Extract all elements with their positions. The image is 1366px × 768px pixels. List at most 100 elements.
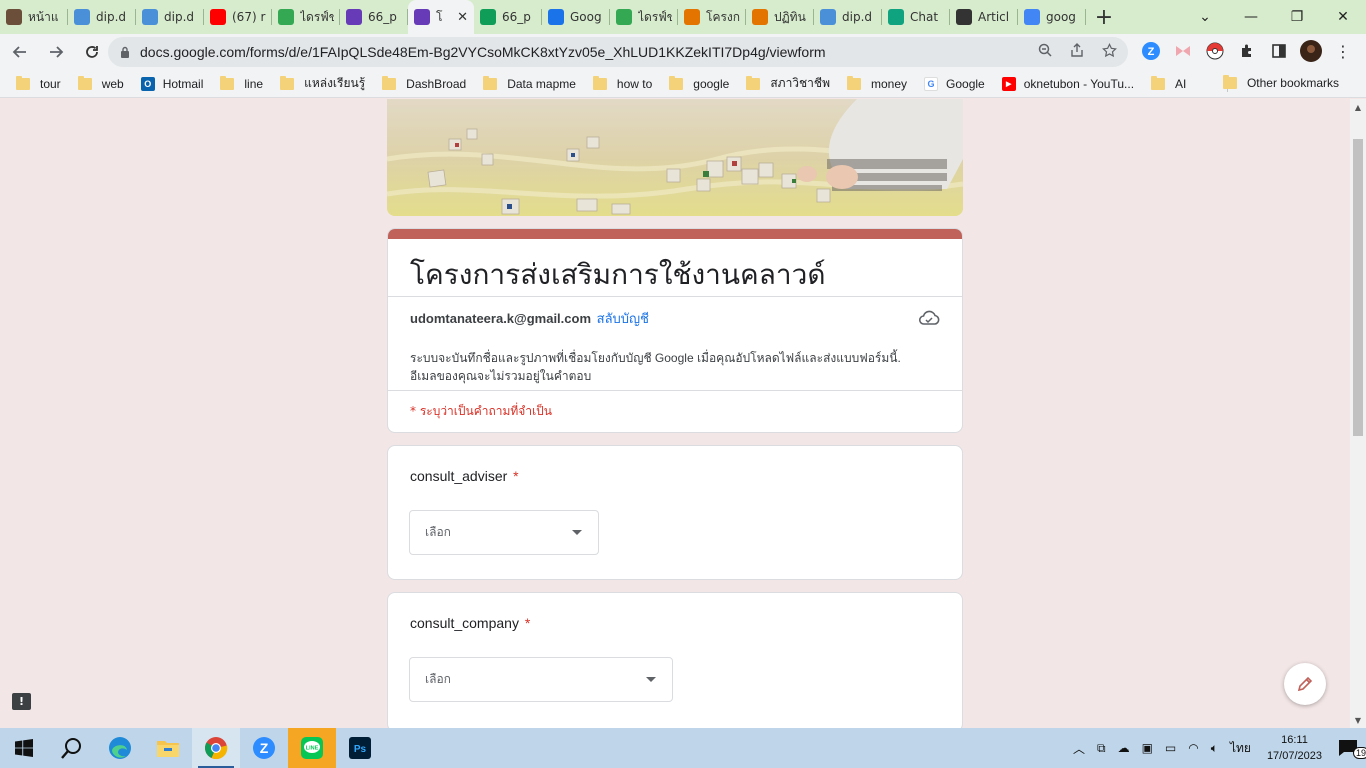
bookmark-label: แหล่งเรียนรู้ bbox=[304, 76, 366, 90]
folder-icon bbox=[220, 75, 235, 90]
browser-tab[interactable]: dip.d bbox=[136, 0, 204, 34]
browser-tab[interactable]: dip.d bbox=[68, 0, 136, 34]
browser-tab[interactable]: โครงก bbox=[678, 0, 746, 34]
file-explorer-icon[interactable] bbox=[144, 728, 192, 768]
bookmark-item[interactable]: how to bbox=[592, 75, 652, 91]
report-abuse-icon[interactable]: ! bbox=[12, 693, 31, 710]
svg-text:LINE: LINE bbox=[306, 746, 319, 752]
bookmark-item[interactable]: Data mapme bbox=[483, 75, 576, 91]
page-scrollbar[interactable]: ▲ ▼ bbox=[1350, 99, 1366, 728]
browser-tab[interactable]: โ ✕ bbox=[408, 0, 474, 34]
restore-icon[interactable]: ❐ bbox=[1274, 0, 1320, 34]
zoom-extension-icon[interactable]: Z bbox=[1140, 40, 1162, 62]
line-icon[interactable]: LINE bbox=[288, 728, 336, 768]
battery-icon[interactable]: ▭ bbox=[1165, 741, 1176, 755]
tab-title: หน้าแ bbox=[28, 9, 59, 24]
zoom-icon[interactable]: Z bbox=[240, 728, 288, 768]
url-text[interactable]: docs.google.com/forms/d/e/1FAIpQLSde48Em… bbox=[140, 44, 1034, 60]
joomla-icon bbox=[956, 9, 972, 25]
browser-tab[interactable]: ไดรฟ์ข bbox=[272, 0, 340, 34]
bookmark-item[interactable]: tour bbox=[16, 75, 61, 91]
tab-title: โครงก bbox=[706, 9, 740, 24]
scrollbar-thumb[interactable] bbox=[1353, 139, 1363, 436]
browser-tab[interactable]: (67) r bbox=[204, 0, 272, 34]
volume-icon[interactable]: 🔈︎ bbox=[1211, 741, 1218, 756]
pokeball-extension-icon[interactable] bbox=[1204, 40, 1226, 62]
pencil-icon bbox=[1297, 676, 1313, 692]
browser-tab[interactable]: 66_p bbox=[340, 0, 408, 34]
search-icon[interactable] bbox=[48, 728, 96, 768]
reload-icon[interactable] bbox=[76, 36, 108, 68]
bookmark-item[interactable]: DashBroad bbox=[382, 75, 466, 91]
browser-tab[interactable]: Chat bbox=[882, 0, 950, 34]
menu-kebab-icon[interactable]: ⋮ bbox=[1332, 40, 1354, 62]
bookmark-item[interactable]: G Google bbox=[924, 76, 985, 91]
consult-adviser-dropdown[interactable]: เลือก bbox=[409, 510, 599, 555]
tab-search-icon[interactable]: ⌄ bbox=[1182, 0, 1228, 34]
address-bar[interactable]: docs.google.com/forms/d/e/1FAIpQLSde48Em… bbox=[108, 37, 1128, 67]
meet-now-icon[interactable]: ⧉ bbox=[1097, 741, 1106, 756]
bookmark-item[interactable]: money bbox=[846, 75, 908, 91]
browser-tab[interactable]: goog bbox=[1018, 0, 1086, 34]
bookmark-star-icon[interactable] bbox=[1098, 42, 1120, 62]
required-asterisk: * bbox=[524, 615, 531, 631]
notification-count: 19 bbox=[1353, 747, 1366, 759]
language-indicator[interactable]: ไทย bbox=[1230, 739, 1251, 758]
bow-extension-icon[interactable] bbox=[1172, 40, 1194, 62]
folder-icon bbox=[77, 75, 92, 90]
browser-tab[interactable]: Goog bbox=[542, 0, 610, 34]
profile-avatar[interactable] bbox=[1300, 40, 1322, 62]
new-tab-button[interactable]: + bbox=[1086, 0, 1122, 34]
close-window-icon[interactable]: ✕ bbox=[1320, 0, 1366, 34]
extensions-puzzle-icon[interactable] bbox=[1236, 40, 1258, 62]
bookmark-label: Hotmail bbox=[162, 76, 204, 91]
side-panel-icon[interactable] bbox=[1268, 40, 1290, 62]
onedrive-icon[interactable]: ☁ bbox=[1118, 741, 1130, 755]
tab-title: 66_p bbox=[502, 10, 531, 24]
zoom-icon[interactable] bbox=[1034, 43, 1056, 62]
account-section: udomtanateera.k@gmail.com สลับบัญชี ระบบ… bbox=[388, 297, 962, 390]
tab-title: Chat bbox=[910, 10, 939, 24]
bookmark-item[interactable]: AI bbox=[1151, 75, 1186, 91]
bookmark-item[interactable]: สภาวิชาชีพ bbox=[746, 74, 830, 93]
bookmark-item[interactable]: O Hotmail bbox=[140, 76, 204, 91]
browser-tab[interactable]: ไดรฟ์ข bbox=[610, 0, 678, 34]
wifi-icon[interactable]: ◠ bbox=[1188, 741, 1198, 755]
browser-tab[interactable]: ปฏิทิน bbox=[746, 0, 814, 34]
browser-tab[interactable]: 66_p bbox=[474, 0, 542, 34]
bookmark-label: google bbox=[693, 76, 730, 91]
minimize-icon[interactable]: — bbox=[1228, 0, 1274, 34]
edit-form-button[interactable] bbox=[1284, 663, 1326, 705]
back-icon[interactable] bbox=[4, 36, 36, 68]
tab-title: ไดรฟ์ข bbox=[638, 9, 672, 24]
share-icon[interactable] bbox=[1066, 42, 1088, 62]
chrome-icon[interactable] bbox=[192, 728, 240, 768]
edge-icon[interactable] bbox=[96, 728, 144, 768]
consult-company-dropdown[interactable]: เลือก bbox=[409, 657, 673, 702]
bookmark-item[interactable]: google bbox=[669, 75, 730, 91]
browser-tab[interactable]: หน้าแ bbox=[0, 0, 68, 34]
clock[interactable]: 16:11 17/07/2023 bbox=[1267, 732, 1322, 764]
browser-tab[interactable]: dip.d bbox=[814, 0, 882, 34]
browser-tab[interactable]: Articl bbox=[950, 0, 1018, 34]
bookmark-item[interactable]: แหล่งเรียนรู้ bbox=[280, 74, 365, 93]
notification-center-icon[interactable]: 19 bbox=[1338, 739, 1366, 759]
forms-icon bbox=[346, 9, 362, 25]
dropdown-placeholder: เลือก bbox=[425, 525, 451, 539]
photoshop-icon[interactable]: Ps bbox=[336, 728, 384, 768]
switch-account-link[interactable]: สลับบัญชี bbox=[597, 311, 649, 326]
bookmarks-bar: tour web O Hotmail line แหล่งเรียนรู้ DashBroa… bbox=[0, 70, 1366, 98]
scroll-up-icon[interactable]: ▲ bbox=[1350, 99, 1366, 115]
chatgpt-icon bbox=[888, 9, 904, 25]
display-icon[interactable]: ▣ bbox=[1142, 741, 1153, 755]
bookmark-item[interactable]: line bbox=[220, 75, 263, 91]
other-bookmarks[interactable]: Other bookmarks bbox=[1222, 75, 1339, 90]
bookmark-item[interactable]: ▶ oknetubon - YouTu... bbox=[1001, 76, 1134, 91]
close-tab-icon[interactable]: ✕ bbox=[457, 10, 468, 25]
bookmark-label: money bbox=[870, 76, 908, 91]
windows-start-icon[interactable] bbox=[0, 728, 48, 768]
chevron-up-icon[interactable]: ︿ bbox=[1073, 740, 1085, 757]
forward-icon[interactable] bbox=[40, 36, 72, 68]
scroll-down-icon[interactable]: ▼ bbox=[1350, 712, 1366, 728]
bookmark-item[interactable]: web bbox=[77, 75, 124, 91]
